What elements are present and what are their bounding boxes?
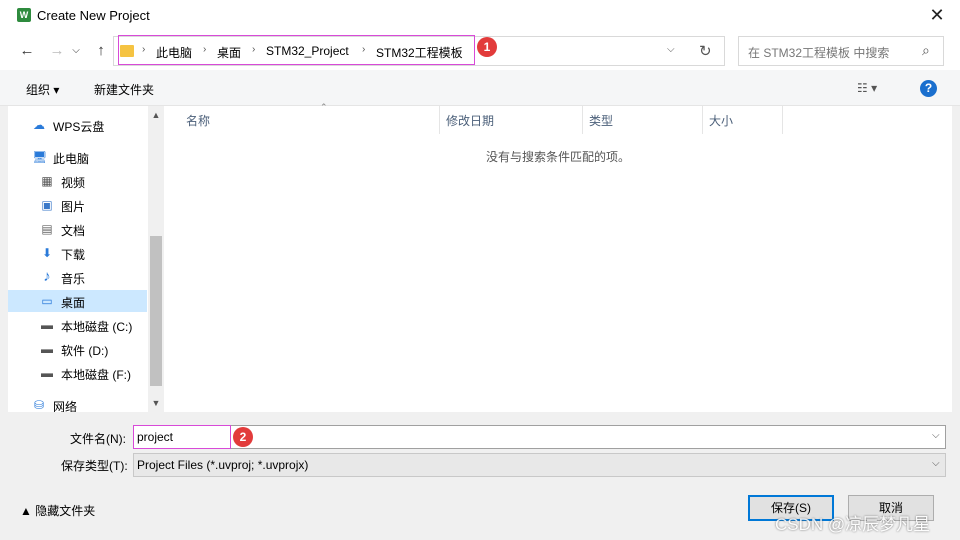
refresh-icon[interactable]: ↻	[699, 42, 712, 60]
column-header-size[interactable]: 大小	[703, 106, 783, 134]
sidebar-item-label: 图片	[61, 200, 86, 214]
sidebar-item-downloads[interactable]: ⬇ 下载	[8, 242, 147, 264]
column-header-type[interactable]: 类型	[583, 106, 703, 134]
up-button[interactable]: ↑	[92, 42, 110, 60]
forward-button[interactable]: →	[48, 42, 66, 60]
sidebar-item-label: 本地磁盘 (F:)	[61, 368, 131, 382]
picture-icon: ▣	[41, 198, 53, 212]
desktop-icon: ▭	[41, 294, 53, 308]
sidebar-item-drive-f[interactable]: ▬ 本地磁盘 (F:)	[8, 362, 147, 384]
chevron-right-icon[interactable]: ›	[203, 44, 206, 55]
view-options-icon[interactable]: ☷ ▾	[857, 81, 877, 95]
recent-locations-chevron-icon[interactable]: ⌵	[67, 42, 85, 60]
sidebar-item-label: 音乐	[61, 272, 86, 286]
scroll-up-icon[interactable]: ▲	[151, 110, 161, 120]
breadcrumb-stm32-template[interactable]: STM32工程模板	[376, 44, 463, 61]
annotation-badge-2: 2	[233, 427, 253, 447]
chevron-down-icon[interactable]: ⌵	[932, 458, 940, 469]
column-label: 大小	[709, 114, 734, 128]
sidebar-item-label: 软件 (D:)	[61, 344, 109, 358]
column-label: 名称	[186, 114, 211, 128]
navigation-pane: ☁ WPS云盘 🖥 此电脑 ▦ 视频 ▣ 图片 ▤ 文档 ⬇ 下载 ♪ 音乐 ▭…	[8, 106, 148, 414]
sidebar-item-label: 本地磁盘 (C:)	[61, 320, 133, 334]
sort-ascending-icon: ⌃	[320, 102, 328, 112]
sidebar-item-label: 此电脑	[53, 152, 90, 166]
filename-label: 文件名(N):	[70, 432, 126, 446]
cloud-icon: ☁	[33, 118, 45, 132]
sidebar-item-label: 下载	[61, 248, 86, 262]
filetype-value: Project Files (*.uvproj; *.uvprojx)	[137, 458, 309, 472]
chevron-right-icon[interactable]: ›	[252, 44, 255, 55]
sidebar-item-this-pc[interactable]: 🖥 此电脑	[8, 146, 147, 168]
computer-icon: 🖥	[32, 150, 48, 164]
folder-icon	[120, 45, 134, 57]
sidebar-item-videos[interactable]: ▦ 视频	[8, 170, 147, 192]
download-icon: ⬇	[41, 246, 53, 260]
new-folder-button[interactable]: 新建文件夹	[94, 81, 154, 98]
organize-menu[interactable]: 组织 ▾	[26, 81, 59, 98]
toolbar: 组织 ▾ 新建文件夹 ☷ ▾ ?	[0, 70, 960, 106]
filename-field[interactable]: project ⌵	[133, 425, 946, 449]
sidebar-item-label: 桌面	[61, 296, 86, 310]
title-bar: W Create New Project ✕	[0, 0, 960, 32]
file-list: 名称 ⌃ 修改日期 类型 大小 没有与搜索条件匹配的项。	[164, 102, 952, 412]
empty-folder-message: 没有与搜索条件匹配的项。	[485, 150, 630, 164]
column-header-date[interactable]: 修改日期	[440, 106, 583, 134]
back-button[interactable]: ←	[18, 42, 36, 60]
breadcrumb-stm32-project[interactable]: STM32_Project	[266, 44, 349, 58]
sidebar-item-music[interactable]: ♪ 音乐	[8, 266, 147, 288]
filename-value[interactable]: project	[137, 430, 173, 444]
music-icon: ♪	[43, 268, 51, 285]
app-icon: W	[17, 8, 31, 22]
drive-icon: ▬	[41, 342, 53, 356]
video-icon: ▦	[41, 174, 53, 188]
sidebar-item-label: 文档	[61, 224, 86, 238]
document-icon: ▤	[41, 222, 53, 236]
chevron-down-icon[interactable]: ⌵	[932, 430, 940, 441]
watermark: CSDN @凉辰梦凡星	[775, 515, 931, 534]
breadcrumb-desktop[interactable]: 桌面	[217, 44, 241, 61]
filetype-select[interactable]: Project Files (*.uvproj; *.uvprojx) ⌵	[133, 453, 946, 477]
search-input[interactable]: 在 STM32工程模板 中搜索	[748, 44, 889, 61]
help-icon[interactable]: ?	[920, 80, 937, 97]
sidebar-item-documents[interactable]: ▤ 文档	[8, 218, 147, 240]
sidebar-item-drive-c[interactable]: ▬ 本地磁盘 (C:)	[8, 314, 147, 336]
scrollbar-thumb[interactable]	[150, 236, 162, 386]
sidebar-item-pictures[interactable]: ▣ 图片	[8, 194, 147, 216]
drive-icon: ▬	[41, 318, 53, 332]
address-bar[interactable]: › 此电脑 › 桌面 › STM32_Project › STM32工程模板 ⌵…	[113, 36, 725, 66]
column-label: 修改日期	[446, 114, 495, 128]
chevron-right-icon[interactable]: ›	[362, 44, 365, 55]
annotation-badge-1: 1	[477, 37, 497, 57]
sidebar-item-wps-cloud[interactable]: ☁ WPS云盘	[8, 114, 147, 136]
sidebar-item-drive-d[interactable]: ▬ 软件 (D:)	[8, 338, 147, 360]
sidebar-item-desktop[interactable]: ▭ 桌面	[8, 290, 147, 312]
search-icon[interactable]: ⌕	[922, 42, 930, 59]
filetype-label: 保存类型(T):	[61, 459, 128, 473]
breadcrumb-this-pc[interactable]: 此电脑	[156, 44, 192, 61]
drive-icon: ▬	[41, 366, 53, 380]
address-dropdown-icon[interactable]: ⌵	[667, 44, 675, 55]
sidebar-scrollbar[interactable]: ▲ ▼	[148, 106, 164, 412]
window-title: Create New Project	[37, 8, 150, 23]
column-header-name[interactable]: 名称 ⌃	[180, 102, 440, 134]
search-box[interactable]: 在 STM32工程模板 中搜索 ⌕	[738, 36, 944, 66]
sidebar-item-label: 视频	[61, 176, 86, 190]
chevron-right-icon[interactable]: ›	[142, 44, 145, 55]
hide-folders-toggle[interactable]: ▲ 隐藏文件夹	[20, 502, 95, 519]
sidebar-item-label: WPS云盘	[53, 120, 105, 134]
network-icon: ⛁	[33, 398, 45, 412]
column-label: 类型	[589, 114, 614, 128]
scroll-down-icon[interactable]: ▼	[151, 398, 161, 408]
close-button[interactable]: ✕	[924, 4, 950, 28]
